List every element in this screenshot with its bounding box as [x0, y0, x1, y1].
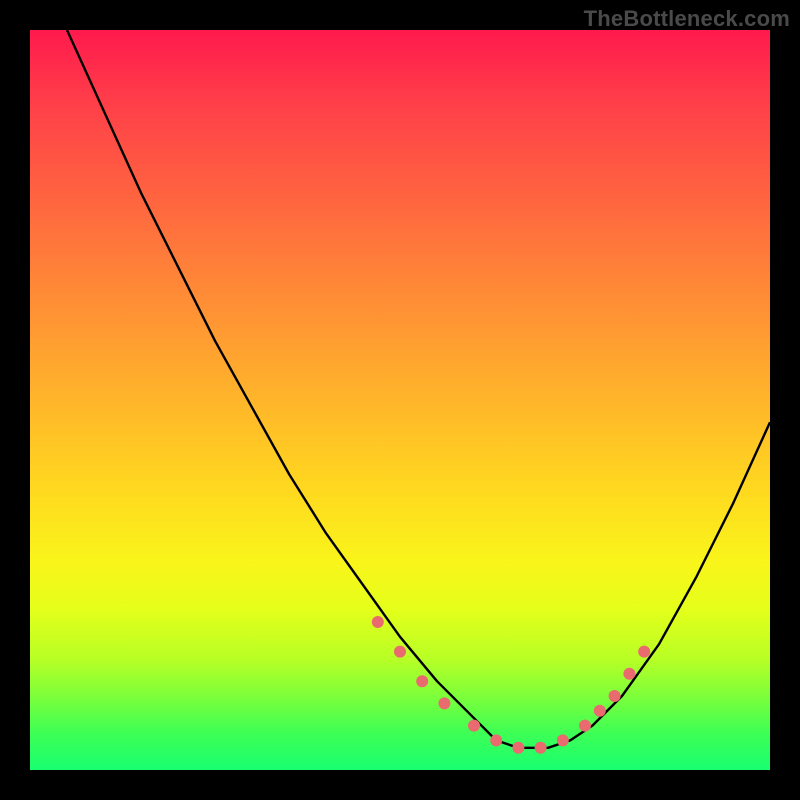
marker-dot: [638, 646, 650, 658]
plot-area: [30, 30, 770, 770]
chart-frame: TheBottleneck.com: [0, 0, 800, 800]
marker-dot: [609, 690, 621, 702]
marker-dot: [535, 742, 547, 754]
bottleneck-curve-svg: [30, 30, 770, 770]
watermark-text: TheBottleneck.com: [584, 6, 790, 32]
marker-dot: [438, 697, 450, 709]
marker-points: [372, 616, 650, 754]
marker-dot: [594, 705, 606, 717]
marker-dot: [394, 646, 406, 658]
marker-dot: [579, 720, 591, 732]
marker-dot: [490, 734, 502, 746]
marker-dot: [468, 720, 480, 732]
marker-dot: [512, 742, 524, 754]
marker-dot: [623, 668, 635, 680]
marker-dot: [557, 734, 569, 746]
marker-dot: [372, 616, 384, 628]
bottleneck-curve-path: [67, 30, 770, 748]
marker-dot: [416, 675, 428, 687]
